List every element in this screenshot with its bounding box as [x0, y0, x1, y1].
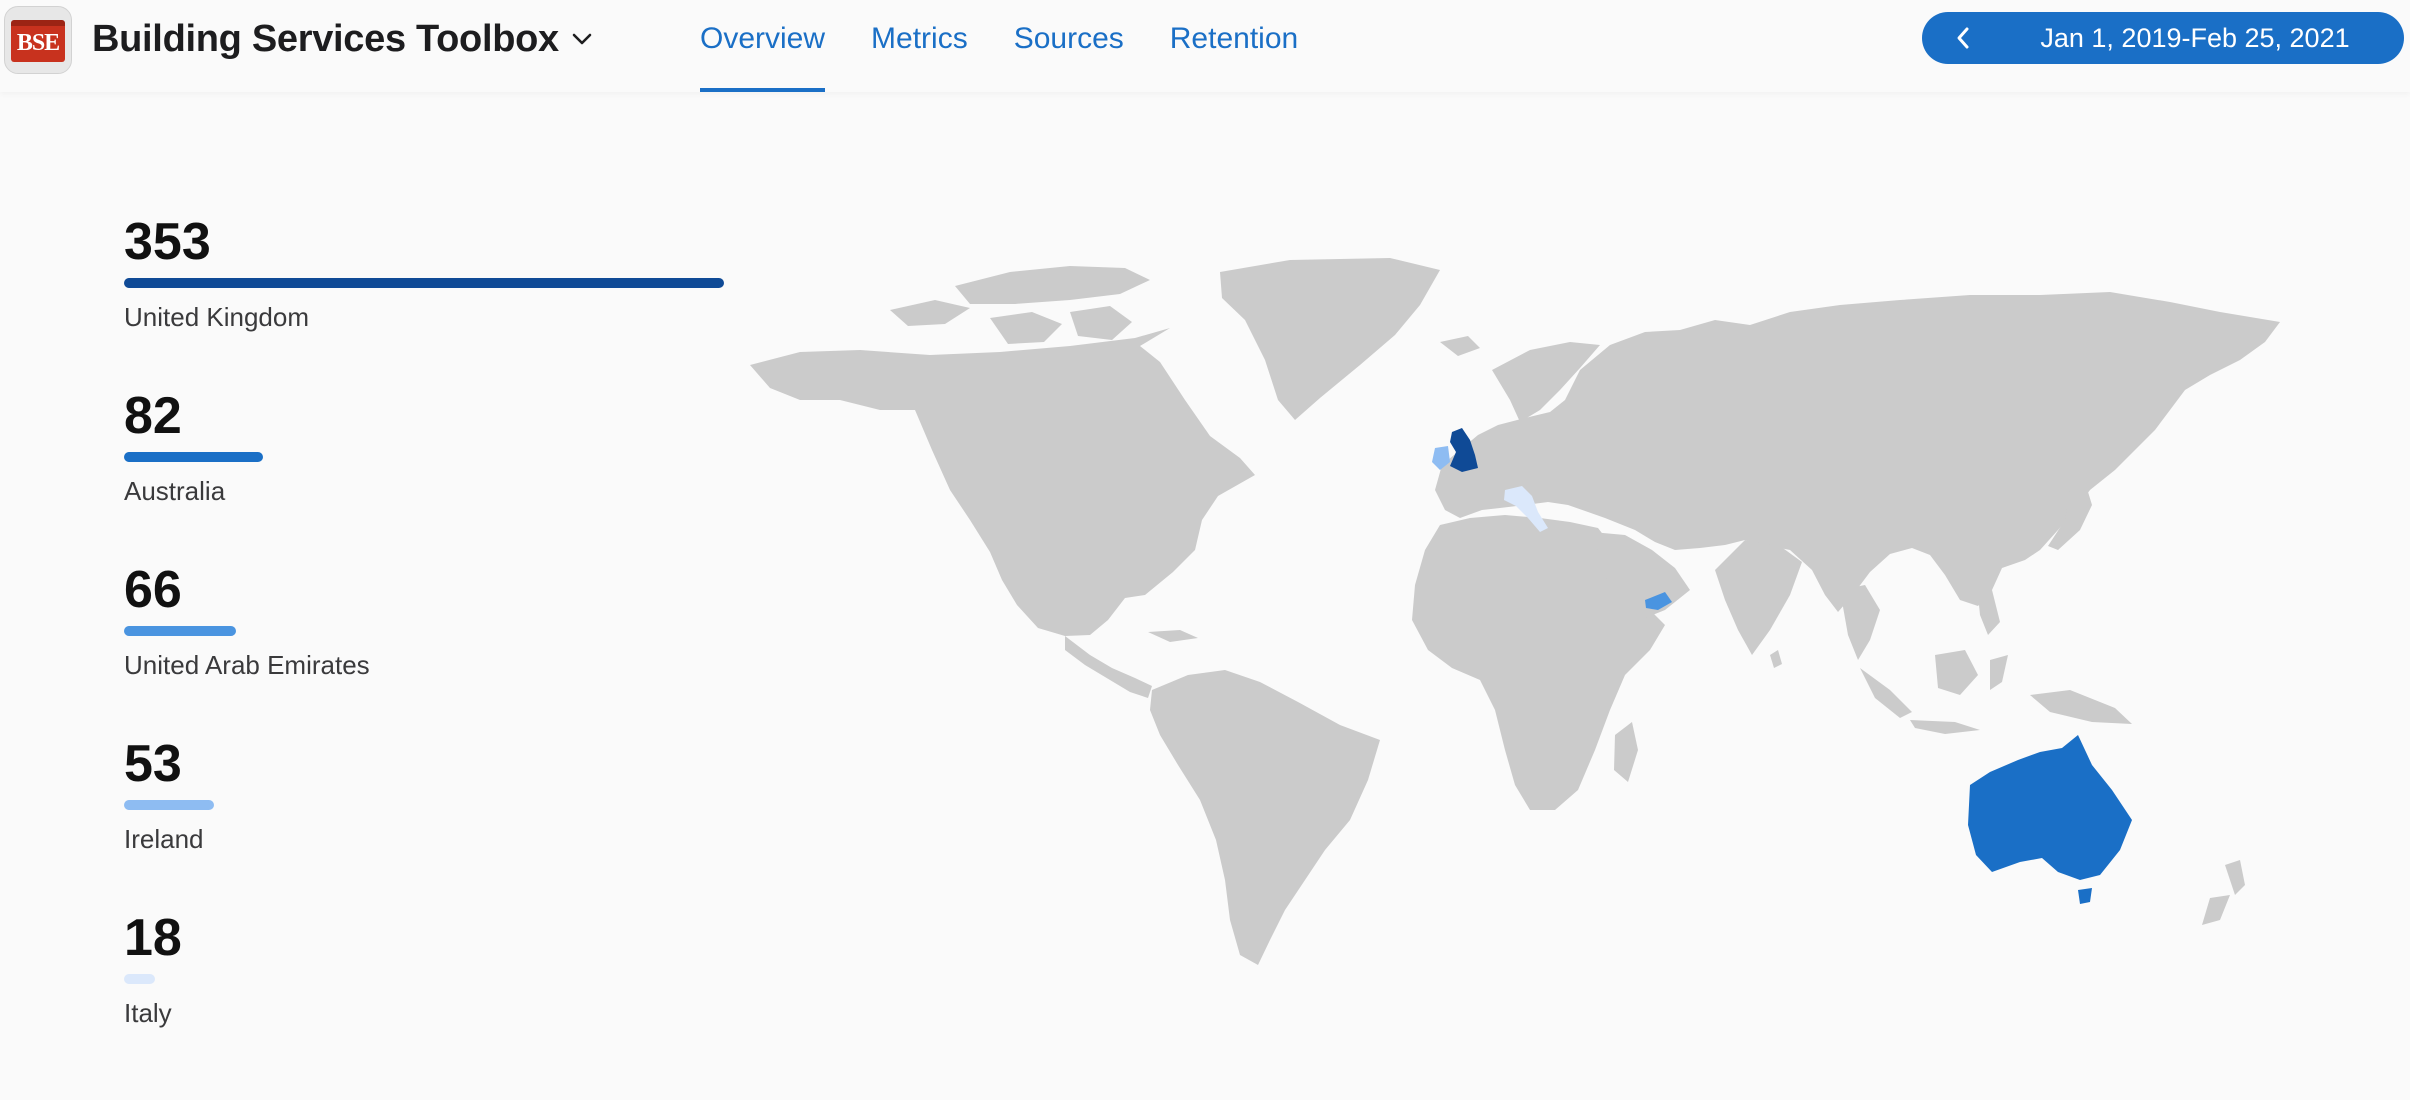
- app-icon[interactable]: BSE: [4, 6, 72, 74]
- map-country-tasmania[interactable]: [2078, 888, 2092, 904]
- north-america-shape: [750, 328, 1255, 636]
- sumatra-shape: [1860, 668, 1912, 718]
- country-bar: [124, 974, 155, 984]
- arctic-islands-shape: [890, 300, 970, 326]
- country-row: 82 Australia: [124, 374, 724, 524]
- new-zealand-shape: [2202, 895, 2230, 925]
- country-row: 53 Ireland: [124, 722, 724, 872]
- new-zealand-shape: [2225, 860, 2245, 895]
- country-name: United Arab Emirates: [124, 650, 370, 680]
- date-range-button[interactable]: Jan 1, 2019-Feb 25, 2021: [1922, 12, 2404, 64]
- chevron-down-icon: [572, 33, 592, 45]
- country-value: 82: [124, 387, 182, 445]
- iceland-shape: [1440, 336, 1480, 356]
- arctic-islands-shape: [990, 312, 1062, 344]
- country-value: 353: [124, 213, 211, 271]
- tab-sources[interactable]: Sources: [1014, 0, 1124, 92]
- arctic-islands-shape: [955, 266, 1150, 304]
- tab-retention[interactable]: Retention: [1170, 0, 1298, 92]
- java-shape: [1910, 720, 1980, 734]
- south-america-shape: [1150, 670, 1380, 965]
- date-range-label: Jan 1, 2019-Feb 25, 2021: [2040, 23, 2350, 53]
- country-value: 18: [124, 909, 182, 967]
- nav-tabs: Overview Metrics Sources Retention: [700, 0, 1344, 92]
- sulawesi-shape: [1990, 655, 2008, 690]
- borneo-shape: [1935, 650, 1978, 695]
- country-bar: [124, 278, 724, 288]
- country-name: Ireland: [124, 824, 204, 854]
- country-bar: [124, 800, 214, 810]
- tab-overview[interactable]: Overview: [700, 0, 826, 92]
- country-value: 66: [124, 561, 182, 619]
- caribbean-shape: [1148, 630, 1198, 642]
- map-country-australia[interactable]: [1968, 735, 2132, 880]
- country-name: Italy: [124, 998, 172, 1028]
- app-icon-text: BSE: [16, 30, 60, 56]
- tab-metrics[interactable]: Metrics: [871, 0, 968, 92]
- indochina-shape: [1840, 585, 1880, 660]
- chevron-left-icon[interactable]: [1952, 26, 1976, 50]
- country-value: 53: [124, 735, 182, 793]
- app-title: Building Services Toolbox: [92, 17, 559, 60]
- sri-lanka-shape: [1770, 650, 1782, 668]
- madagascar-shape: [1614, 722, 1638, 782]
- country-row: 353 United Kingdom: [124, 200, 724, 350]
- bse-logo: BSE: [11, 20, 65, 62]
- philippines-shape: [1978, 590, 2000, 635]
- country-bar: [124, 452, 263, 462]
- new-guinea-shape: [2030, 690, 2132, 724]
- india-shape: [1715, 540, 1802, 655]
- country-row: 18 Italy: [124, 896, 724, 1046]
- arctic-islands-shape: [1070, 306, 1132, 340]
- greenland-shape: [1220, 258, 1440, 420]
- country-name: Australia: [124, 476, 226, 506]
- world-map: [750, 258, 2280, 965]
- country-row: 66 United Arab Emirates: [124, 548, 724, 698]
- country-bar: [124, 626, 236, 636]
- country-name: United Kingdom: [124, 302, 309, 332]
- app-switcher[interactable]: Building Services Toolbox: [92, 14, 593, 64]
- top-bar: BSE Building Services Toolbox Overview M…: [0, 0, 2410, 92]
- central-america-shape: [1065, 636, 1152, 698]
